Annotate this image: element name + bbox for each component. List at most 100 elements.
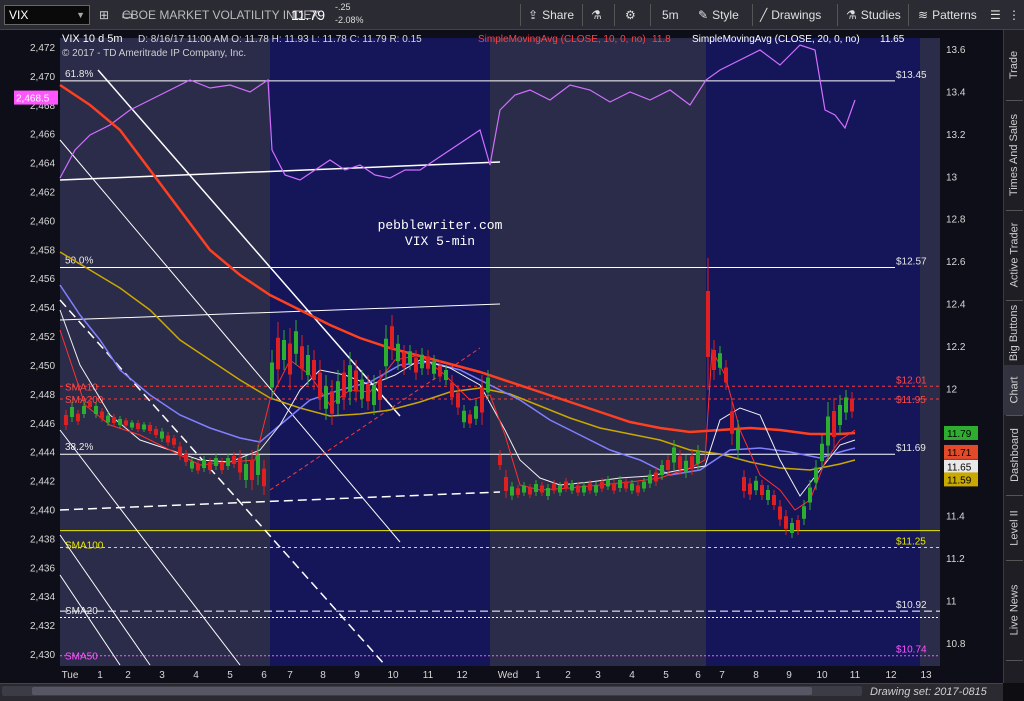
time-axis-label: 6 — [695, 670, 701, 681]
candle-body — [420, 354, 424, 369]
sma10-study-value: 11.8 — [652, 34, 671, 45]
symbol-input[interactable]: VIX ▼ — [4, 5, 90, 25]
time-axis-label: 5 — [227, 670, 233, 681]
right-axis-tick-label: 13.2 — [946, 130, 966, 141]
candle-body — [276, 337, 280, 370]
candle-body — [426, 356, 430, 369]
candle-body — [238, 457, 242, 473]
patterns-button[interactable]: ≋ Patterns — [918, 5, 977, 25]
candle-body — [414, 357, 418, 373]
candle-body — [82, 406, 86, 414]
right-axis-tick-label: 12.2 — [946, 342, 966, 353]
candle-body — [402, 352, 406, 368]
side-tab-trade[interactable]: Trade — [1004, 30, 1024, 100]
annotation-line-1: pebblewriter.com — [378, 218, 503, 233]
side-tab-chart[interactable]: Chart — [1004, 365, 1024, 415]
gear-icon: ⚙ — [625, 8, 636, 22]
flask-button[interactable]: ⚗ — [591, 5, 602, 25]
left-axis-tick-label: 2,434 — [30, 592, 55, 603]
candle-body — [790, 523, 794, 533]
timeframe-label: 5m — [662, 8, 679, 22]
candle-body — [154, 429, 158, 435]
candle-body — [300, 346, 304, 369]
candle-body — [826, 416, 830, 446]
candle-body — [354, 370, 358, 392]
candle-body — [468, 414, 472, 424]
left-axis-tick-label: 2,456 — [30, 274, 55, 285]
candle-body — [214, 458, 218, 466]
menu-button[interactable]: ☰ — [990, 5, 1001, 25]
more-icon: ⋮ — [1008, 8, 1020, 22]
time-axis-label: 9 — [354, 670, 360, 681]
left-axis-tick-label: 2,466 — [30, 130, 55, 141]
time-axis-label: 7 — [287, 670, 293, 681]
candle-body — [850, 398, 854, 412]
candle-body — [288, 343, 292, 375]
candle-body — [594, 485, 598, 493]
menu-icon: ☰ — [990, 8, 1001, 22]
candle-body — [480, 387, 484, 413]
candle-body — [312, 360, 316, 380]
time-axis-label: 2 — [565, 670, 571, 681]
side-tab-times-and-sales[interactable]: Times And Sales — [1004, 100, 1024, 210]
settings-button[interactable]: ⚙ — [625, 5, 636, 25]
candle-body — [748, 483, 752, 495]
side-tab-active-trader[interactable]: Active Trader — [1004, 210, 1024, 300]
candle-body — [396, 343, 400, 362]
time-axis-label: 3 — [159, 670, 165, 681]
right-axis-tick-label: 13.6 — [946, 45, 966, 56]
left-axis-tick-label: 2,440 — [30, 505, 55, 516]
candle-body — [196, 463, 200, 471]
candle-body — [606, 479, 610, 487]
scrollbar-thumb[interactable] — [32, 687, 812, 695]
side-tab-level-ii[interactable]: Level II — [1004, 495, 1024, 560]
candle-body — [142, 424, 146, 430]
candle-body — [232, 456, 236, 464]
candle-body — [166, 435, 170, 443]
candle-body — [690, 456, 694, 469]
candle-body — [534, 484, 538, 492]
right-axis-tick-label: 11 — [946, 597, 957, 608]
time-axis-label: 6 — [261, 670, 267, 681]
candle-body — [624, 481, 628, 489]
studies-label: Studies — [860, 8, 901, 22]
side-tab-dashboard[interactable]: Dashboard — [1004, 415, 1024, 495]
candle-body — [760, 485, 764, 495]
drawings-button[interactable]: ╱ Drawings — [760, 5, 821, 25]
side-tab-live-news[interactable]: Live News — [1004, 560, 1024, 660]
candle-body — [474, 406, 478, 419]
candle-body — [730, 411, 734, 434]
side-tab-big-buttons[interactable]: Big Buttons — [1004, 300, 1024, 365]
timeframe-button[interactable]: 5m — [662, 5, 679, 25]
left-axis-tick-label: 2,430 — [30, 650, 55, 661]
candle-body — [696, 451, 700, 464]
candle-body — [540, 485, 544, 493]
horizontal-scrollbar[interactable] — [2, 686, 862, 696]
style-button[interactable]: ✎ Style — [698, 5, 739, 25]
candle-body — [100, 411, 104, 419]
left-axis-tick-label: 2,432 — [30, 621, 55, 632]
ohlc-readout: D: 8/16/17 11:00 AM O: 11.78 H: 11.93 L:… — [138, 34, 422, 45]
candle-body — [94, 406, 98, 414]
candle-body — [282, 340, 286, 360]
candle-body — [660, 465, 664, 475]
more-button[interactable]: ⋮ — [1008, 5, 1020, 25]
share-label: Share — [542, 8, 575, 22]
left-axis-tick-label: 2,452 — [30, 332, 55, 343]
left-axis-tick-label: 2,472 — [30, 43, 55, 54]
patterns-icon: ≋ — [918, 8, 929, 22]
candle-body — [504, 477, 508, 491]
candle-body — [324, 386, 328, 409]
candle-body — [342, 372, 346, 398]
add-icon[interactable]: ⊞ — [95, 6, 113, 24]
annotation-line-2: VIX 5-min — [405, 234, 475, 249]
candle-body — [498, 455, 502, 465]
price-chart[interactable]: 2,4722,4702,4682,4662,4642,4622,4602,458… — [0, 30, 1003, 683]
left-axis-tick-label: 2,470 — [30, 72, 55, 83]
studies-button[interactable]: ⚗ Studies — [846, 5, 901, 25]
left-axis-tick-label: 2,464 — [30, 159, 55, 170]
right-price-axis: 13.613.413.21312.812.612.412.21211.811.6… — [946, 45, 966, 650]
share-button[interactable]: ⇪ Share — [528, 5, 574, 25]
left-axis-tick-label: 2,436 — [30, 563, 55, 574]
price-level-label: $10.74 — [896, 645, 927, 656]
